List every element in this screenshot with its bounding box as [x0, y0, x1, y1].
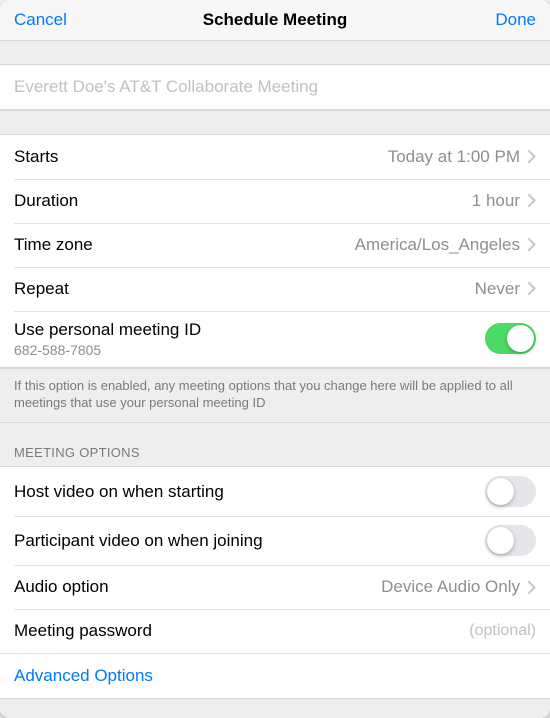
duration-value: 1 hour [472, 191, 520, 211]
participant-video-row: Participant video on when joining [0, 516, 550, 565]
starts-label: Starts [14, 147, 58, 167]
toggle-knob [487, 478, 514, 505]
pmi-label: Use personal meeting ID [14, 320, 201, 340]
pmi-toggle[interactable] [485, 323, 536, 354]
chevron-right-icon [528, 150, 536, 163]
repeat-row[interactable]: Repeat Never [0, 267, 550, 311]
advanced-options-link[interactable]: Advanced Options [0, 653, 550, 698]
meeting-title-input[interactable] [14, 77, 536, 97]
duration-label: Duration [14, 191, 78, 211]
repeat-value: Never [475, 279, 520, 299]
meeting-options-header: MEETING OPTIONS [0, 423, 550, 467]
host-video-toggle[interactable] [485, 476, 536, 507]
section-spacer [0, 41, 550, 66]
bottom-spacer [0, 698, 550, 718]
chevron-right-icon [528, 238, 536, 251]
section-spacer [0, 110, 550, 135]
audio-option-value: Device Audio Only [381, 577, 520, 597]
audio-option-row[interactable]: Audio option Device Audio Only [0, 565, 550, 609]
timezone-value: America/Los_Angeles [355, 235, 520, 255]
timezone-label: Time zone [14, 235, 93, 255]
navbar: Cancel Schedule Meeting Done [0, 0, 550, 41]
participant-video-toggle[interactable] [485, 525, 536, 556]
cancel-button[interactable]: Cancel [14, 10, 67, 30]
page-title: Schedule Meeting [0, 10, 550, 30]
timezone-row[interactable]: Time zone America/Los_Angeles [0, 223, 550, 267]
toggle-knob [507, 325, 534, 352]
host-video-row: Host video on when starting [0, 467, 550, 516]
schedule-meeting-screen: Cancel Schedule Meeting Done Starts Toda… [0, 0, 550, 718]
duration-row[interactable]: Duration 1 hour [0, 179, 550, 223]
participant-video-label: Participant video on when joining [14, 531, 263, 551]
chevron-right-icon [528, 194, 536, 207]
meeting-password-placeholder: (optional) [469, 622, 536, 640]
starts-value: Today at 1:00 PM [388, 147, 520, 167]
audio-option-label: Audio option [14, 577, 109, 597]
host-video-label: Host video on when starting [14, 482, 224, 502]
starts-row[interactable]: Starts Today at 1:00 PM [0, 135, 550, 179]
repeat-label: Repeat [14, 279, 69, 299]
pmi-value: 682-588-7805 [14, 342, 201, 358]
chevron-right-icon [528, 282, 536, 295]
meeting-password-label: Meeting password [14, 621, 152, 641]
meeting-password-row[interactable]: Meeting password (optional) [0, 609, 550, 653]
toggle-knob [487, 527, 514, 554]
chevron-right-icon [528, 581, 536, 594]
done-button[interactable]: Done [495, 10, 536, 30]
pmi-footer-note: If this option is enabled, any meeting o… [0, 368, 550, 423]
personal-meeting-id-row: Use personal meeting ID 682-588-7805 [0, 311, 550, 367]
meeting-title-row[interactable] [0, 65, 550, 109]
